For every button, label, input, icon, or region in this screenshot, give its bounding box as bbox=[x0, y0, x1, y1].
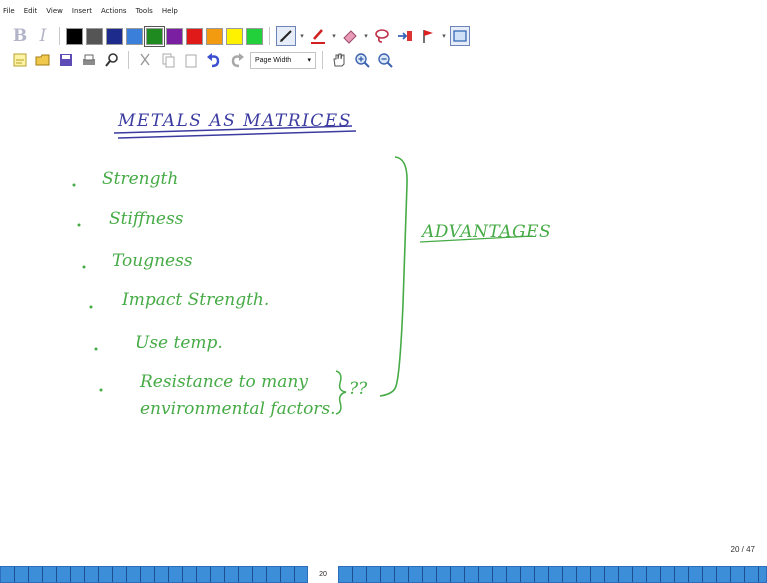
color-swatch-black[interactable] bbox=[66, 27, 83, 45]
bullet-dot bbox=[94, 347, 98, 351]
menu-view[interactable]: View bbox=[46, 7, 63, 15]
print-icon[interactable] bbox=[79, 50, 99, 70]
bullet-environmental: environmental factors. bbox=[140, 399, 336, 419]
page-counter: 20 / 47 bbox=[730, 545, 755, 554]
menu-edit[interactable]: Edit bbox=[24, 7, 38, 15]
open-icon[interactable] bbox=[33, 50, 53, 70]
color-swatch-purple[interactable] bbox=[166, 27, 183, 45]
chevron-down-icon[interactable]: ▾ bbox=[441, 32, 447, 40]
zoom-out-icon[interactable] bbox=[375, 50, 395, 70]
bullet-resistance: Resistance to many bbox=[139, 372, 308, 392]
color-swatch-orange[interactable] bbox=[206, 27, 223, 45]
menu-actions[interactable]: Actions bbox=[101, 7, 127, 15]
small-brace bbox=[335, 370, 347, 415]
copy-icon[interactable] bbox=[158, 50, 178, 70]
question-marks: ?? bbox=[349, 379, 368, 399]
slider-pages-before[interactable] bbox=[0, 566, 308, 583]
slider-current-page[interactable]: 20 bbox=[308, 566, 338, 583]
bullet-toughness: Tougness bbox=[112, 251, 193, 271]
menu-file[interactable]: File bbox=[3, 7, 15, 15]
chevron-down-icon[interactable]: ▾ bbox=[331, 32, 337, 40]
color-swatch-bright-green[interactable] bbox=[246, 27, 263, 45]
standard-toolbar: Page Width ▾ bbox=[10, 48, 395, 72]
highlighter-icon[interactable] bbox=[308, 26, 328, 46]
undo-icon[interactable] bbox=[204, 50, 224, 70]
insert-space-icon[interactable] bbox=[395, 26, 415, 46]
select-rectangle-icon[interactable] bbox=[450, 26, 470, 46]
menu-tools[interactable]: Tools bbox=[136, 7, 153, 15]
zoom-select-value: Page Width bbox=[255, 56, 292, 64]
large-brace bbox=[379, 156, 408, 397]
pan-hand-icon[interactable] bbox=[329, 50, 349, 70]
redo-icon[interactable] bbox=[227, 50, 247, 70]
menu-help[interactable]: Help bbox=[162, 7, 178, 15]
zoom-in-icon[interactable] bbox=[352, 50, 372, 70]
bullet-dot bbox=[72, 183, 76, 187]
paste-icon[interactable] bbox=[181, 50, 201, 70]
chevron-down-icon[interactable]: ▾ bbox=[363, 32, 369, 40]
toolbar-divider bbox=[59, 27, 60, 45]
lasso-icon[interactable] bbox=[372, 26, 392, 46]
bullet-impact-strength: Impact Strength. bbox=[121, 290, 269, 310]
chevron-down-icon[interactable]: ▾ bbox=[299, 32, 305, 40]
handwritten-notes: METALS AS MATRICES Strength Stiffness To… bbox=[72, 111, 551, 419]
color-swatch-green[interactable] bbox=[144, 25, 165, 47]
toolbar-divider bbox=[128, 51, 129, 69]
bullet-dot bbox=[89, 305, 93, 309]
color-swatch-blue[interactable] bbox=[126, 27, 143, 45]
bullet-dot bbox=[99, 388, 103, 392]
color-swatch-red[interactable] bbox=[186, 27, 203, 45]
chevron-down-icon: ▾ bbox=[307, 57, 311, 64]
toolbar-divider bbox=[322, 51, 323, 69]
bold-button[interactable]: B bbox=[10, 26, 30, 46]
bullet-stiffness: Stiffness bbox=[109, 209, 184, 229]
italic-button[interactable]: I bbox=[33, 26, 53, 46]
menu-insert[interactable]: Insert bbox=[72, 7, 92, 15]
color-swatch-navy[interactable] bbox=[106, 27, 123, 45]
color-swatch-gray[interactable] bbox=[86, 27, 103, 45]
pen-toolbar: B I ▾ ▾ ▾ ▾ bbox=[10, 24, 470, 48]
find-icon[interactable] bbox=[102, 50, 122, 70]
save-icon[interactable] bbox=[56, 50, 76, 70]
journal-app-window: File Edit View Insert Actions Tools Help… bbox=[0, 0, 767, 583]
note-title: METALS AS MATRICES bbox=[117, 111, 352, 131]
note-page[interactable]: METALS AS MATRICES Strength Stiffness To… bbox=[10, 74, 767, 562]
bullet-dot bbox=[82, 265, 86, 269]
color-swatch-yellow[interactable] bbox=[226, 27, 243, 45]
page-slider[interactable]: 20 bbox=[0, 566, 767, 583]
bullet-use-temp: Use temp. bbox=[135, 333, 223, 353]
bullet-dot bbox=[77, 223, 81, 227]
pen-icon[interactable] bbox=[276, 26, 296, 46]
eraser-icon[interactable] bbox=[340, 26, 360, 46]
toolbar-divider bbox=[269, 27, 270, 45]
slider-pages-after[interactable] bbox=[338, 566, 767, 583]
flag-icon[interactable] bbox=[418, 26, 438, 46]
cut-icon[interactable] bbox=[135, 50, 155, 70]
bullet-strength: Strength bbox=[102, 169, 178, 189]
new-note-icon[interactable] bbox=[10, 50, 30, 70]
menu-bar: File Edit View Insert Actions Tools Help bbox=[0, 0, 767, 22]
zoom-select[interactable]: Page Width ▾ bbox=[250, 51, 316, 69]
